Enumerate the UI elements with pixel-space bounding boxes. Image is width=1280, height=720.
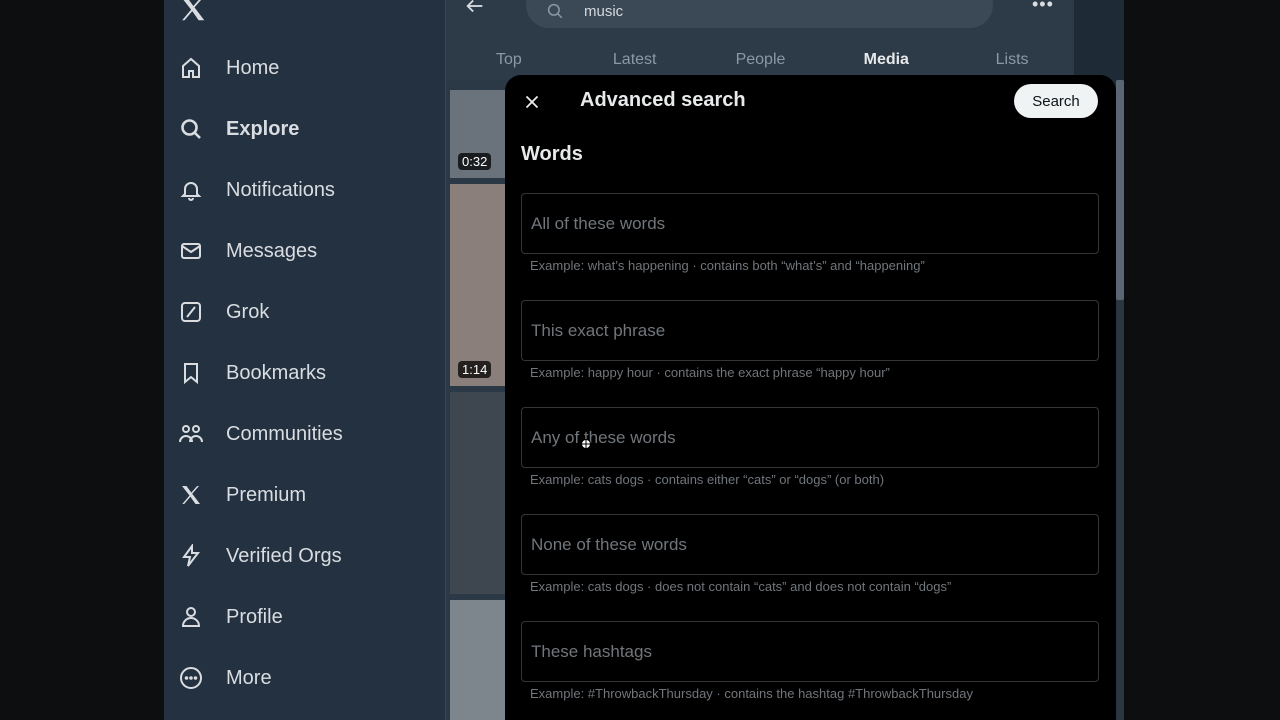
search-tabs: Top Latest People Media Lists	[446, 42, 1075, 78]
back-arrow-icon[interactable]	[464, 0, 486, 17]
sidebar-item-label: Communities	[226, 422, 343, 445]
any-words-input[interactable]	[522, 408, 1098, 467]
close-icon[interactable]	[521, 91, 543, 113]
sidebar-item-verified-orgs[interactable]: Verified Orgs	[178, 536, 342, 576]
x-logo-icon[interactable]	[178, 0, 208, 24]
search-icon	[546, 2, 564, 20]
sidebar-item-label: Notifications	[226, 178, 335, 201]
hashtags-field[interactable]	[521, 621, 1099, 682]
sidebar-item-label: Explore	[226, 117, 300, 140]
tab-latest[interactable]: Latest	[572, 42, 698, 78]
sidebar-item-grok[interactable]: Grok	[178, 292, 269, 332]
sidebar-item-label: Grok	[226, 300, 270, 323]
sidebar-item-label: Profile	[226, 605, 283, 628]
sidebar-item-label: Premium	[226, 483, 307, 506]
more-options-icon[interactable]: •••	[1032, 0, 1054, 16]
x-logo-icon	[178, 482, 204, 508]
more-circle-icon	[178, 665, 204, 691]
search-input[interactable]: music	[526, 0, 993, 28]
section-heading: Words	[521, 143, 583, 165]
field-hint: Example: #ThrowbackThursday · contains t…	[530, 686, 973, 701]
lightning-icon	[178, 543, 204, 569]
exact-phrase-input[interactable]	[522, 301, 1098, 360]
field-hint: Example: cats dogs · contains either “ca…	[530, 472, 885, 487]
sidebar-item-label: More	[226, 666, 272, 689]
media-thumbnail[interactable]	[450, 600, 506, 720]
media-thumbnail[interactable]: 1:14	[450, 184, 506, 386]
none-words-field[interactable]	[521, 514, 1099, 575]
sidebar-item-label: Messages	[226, 239, 318, 262]
search-button[interactable]: Search	[1014, 84, 1098, 118]
person-icon	[178, 604, 204, 630]
field-hint: Example: cats dogs · does not contain “c…	[530, 579, 952, 594]
sidebar-item-communities[interactable]: Communities	[178, 414, 343, 454]
sidebar-item-label: Bookmarks	[226, 361, 327, 384]
video-duration: 0:32	[458, 153, 492, 170]
video-duration: 1:14	[458, 361, 492, 378]
sidebar-item-messages[interactable]: Messages	[178, 231, 317, 271]
sidebar-item-label: Verified Orgs	[226, 544, 342, 567]
tab-top[interactable]: Top	[446, 42, 572, 78]
sidebar-item-premium[interactable]: Premium	[178, 475, 306, 515]
advanced-search-dialog: Advanced search Search Words Example: wh…	[505, 75, 1116, 720]
mail-icon	[178, 238, 204, 264]
scrollbar-thumb[interactable]	[1116, 80, 1124, 300]
bell-icon	[178, 177, 204, 203]
home-icon	[178, 55, 204, 81]
field-hint: Example: happy hour · contains the exact…	[530, 365, 890, 380]
sidebar: Home Explore Notifications Messages Grok…	[164, 0, 445, 720]
sidebar-item-home[interactable]: Home	[178, 48, 279, 88]
sidebar-item-more[interactable]: More	[178, 658, 272, 698]
bookmark-icon	[178, 360, 204, 386]
grok-icon	[178, 299, 204, 325]
search-query: music	[584, 2, 624, 20]
none-words-input[interactable]	[522, 515, 1098, 574]
tab-media[interactable]: Media	[823, 42, 949, 78]
sidebar-item-notifications[interactable]: Notifications	[178, 170, 335, 210]
people-icon	[178, 421, 204, 447]
media-thumbnail[interactable]	[450, 392, 506, 594]
all-words-input[interactable]	[522, 194, 1098, 253]
search-header: music ••• Top Latest People Media Lists	[446, 0, 1075, 80]
field-hint: Example: what’s happening · contains bot…	[530, 258, 925, 273]
tab-people[interactable]: People	[698, 42, 824, 78]
sidebar-item-bookmarks[interactable]: Bookmarks	[178, 353, 326, 393]
search-icon	[178, 116, 204, 142]
all-words-field[interactable]	[521, 193, 1099, 254]
tab-lists[interactable]: Lists	[949, 42, 1075, 78]
media-thumbnail[interactable]: 0:32	[450, 90, 506, 178]
sidebar-item-explore[interactable]: Explore	[178, 109, 299, 149]
hashtags-input[interactable]	[522, 622, 1098, 681]
exact-phrase-field[interactable]	[521, 300, 1099, 361]
mouse-cursor-icon	[580, 437, 592, 449]
sidebar-item-profile[interactable]: Profile	[178, 597, 283, 637]
sidebar-item-label: Home	[226, 56, 280, 79]
any-words-field[interactable]	[521, 407, 1099, 468]
dialog-title: Advanced search	[580, 89, 746, 111]
